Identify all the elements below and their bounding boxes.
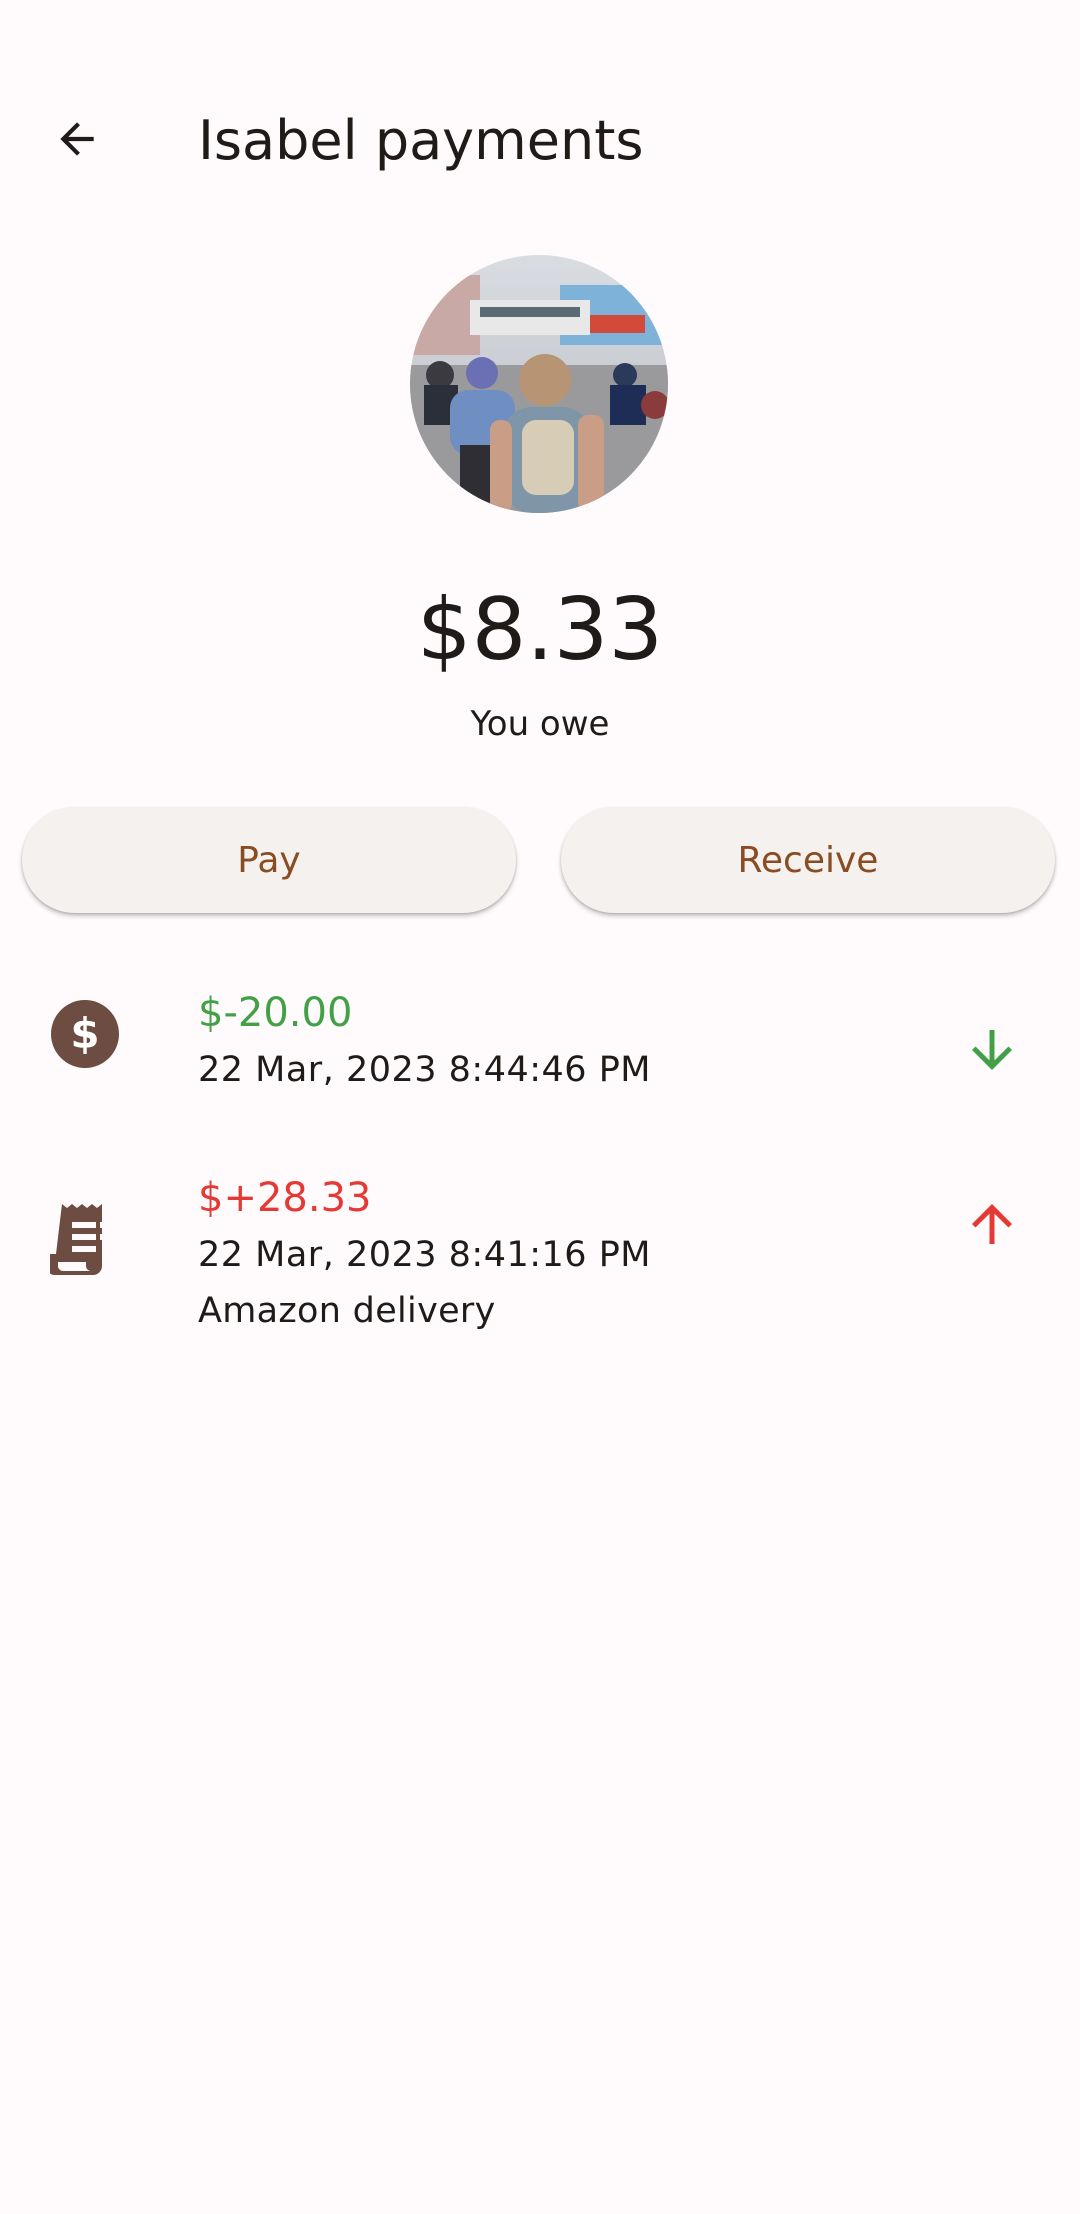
back-button[interactable] — [40, 102, 114, 176]
contact-photo — [410, 255, 668, 513]
svg-text:$: $ — [70, 1009, 99, 1058]
pay-button[interactable]: Pay — [22, 807, 516, 913]
transaction-item[interactable]: $ $-20.00 22 Mar, 2023 8:44:46 PM — [0, 985, 1080, 1125]
avatar — [410, 255, 668, 513]
dollar-circle-icon: $ — [46, 995, 124, 1073]
balance-status: You owe — [470, 704, 610, 744]
transaction-date: 22 Mar, 2023 8:41:16 PM — [198, 1235, 651, 1275]
arrow-up-icon — [955, 1187, 1029, 1261]
receipt-icon — [46, 1200, 124, 1278]
transaction-amount: $-20.00 — [198, 990, 353, 1036]
transaction-amount: $+28.33 — [198, 1175, 372, 1221]
page-title: Isabel payments — [198, 109, 644, 172]
arrow-back-icon — [60, 122, 94, 156]
transaction-date: 22 Mar, 2023 8:44:46 PM — [198, 1050, 651, 1090]
arrow-down-icon — [955, 1013, 1029, 1087]
transaction-item[interactable]: $+28.33 22 Mar, 2023 8:41:16 PM Amazon d… — [0, 1170, 1080, 1360]
balance-amount: $8.33 — [416, 580, 664, 680]
transaction-note: Amazon delivery — [198, 1291, 496, 1331]
top-app-bar: Isabel payments — [0, 70, 1080, 215]
receive-button[interactable]: Receive — [561, 807, 1055, 913]
